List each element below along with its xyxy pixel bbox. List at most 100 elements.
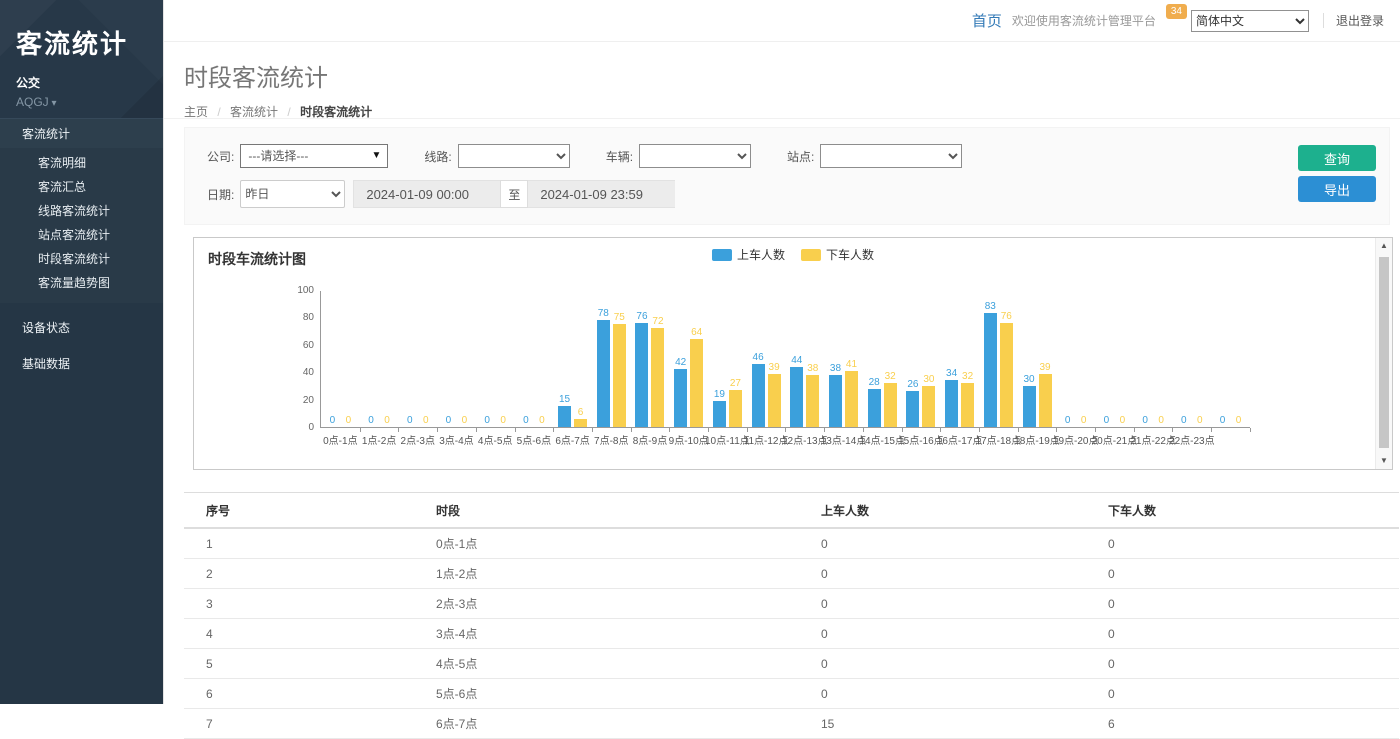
table-row: 54点-5点00 [184, 649, 1399, 679]
sidebar-section-1[interactable]: 基础数据 [0, 349, 163, 379]
table-row: 43点-4点00 [184, 619, 1399, 649]
bar-value-label: 0 [446, 415, 452, 426]
bar [574, 419, 587, 427]
chart-y-axis: 020406080100 [278, 291, 314, 428]
bar [829, 375, 842, 427]
x-axis-label: 22点-23点 [1169, 432, 1215, 447]
bar-column: 15 [558, 290, 571, 427]
bar [868, 389, 881, 427]
sidebar-item-passenger-stats[interactable]: 客流统计 [0, 118, 163, 148]
bar-column: 0 [342, 290, 355, 427]
bar-value-label: 44 [791, 355, 802, 366]
bar-column: 26 [906, 290, 919, 427]
chart-category-group: 42649点-10点 [669, 291, 708, 427]
table-cell: 6点-7点 [414, 709, 799, 739]
logout-link[interactable]: 退出登录 [1336, 12, 1384, 29]
table-cell: 0 [799, 589, 1086, 619]
bar-column: 0 [381, 290, 394, 427]
column-header-period: 时段 [414, 493, 799, 529]
bar-value-label: 27 [730, 378, 741, 389]
bar [961, 383, 974, 427]
bar [1000, 323, 1013, 427]
chart-category-group: 837617点-18点 [979, 291, 1018, 427]
bar-column: 0 [1077, 290, 1090, 427]
bar-value-label: 0 [1236, 415, 1242, 426]
chart-legend: 上车人数下车人数 [712, 246, 874, 263]
chart-category-group: 283214点-15点 [863, 291, 902, 427]
bar [690, 339, 703, 427]
language-select[interactable]: 简体中文 [1191, 10, 1309, 32]
bar-value-label: 0 [423, 415, 429, 426]
breadcrumb-section[interactable]: 客流统计 [230, 105, 278, 119]
table-cell: 5 [184, 649, 414, 679]
chart-category-group: 0019点-20点 [1056, 291, 1095, 427]
export-button[interactable]: 导出 [1298, 176, 1376, 202]
chart-category-group: 78757点-8点 [592, 291, 631, 427]
sidebar-subitem-4[interactable]: 时段客流统计 [0, 247, 163, 271]
bar-value-label: 28 [869, 377, 880, 388]
sidebar-subitem-0[interactable]: 客流明细 [0, 151, 163, 175]
bar-value-label: 46 [753, 352, 764, 363]
bar-column: 30 [1023, 290, 1036, 427]
scrollbar-down-arrow-icon[interactable]: ▼ [1376, 453, 1392, 469]
bar-value-label: 30 [923, 374, 934, 385]
bar [884, 383, 897, 427]
bar-value-label: 0 [346, 415, 352, 426]
bar [729, 390, 742, 427]
bar [922, 386, 935, 427]
bar-column: 6 [574, 290, 587, 427]
date-to-input[interactable] [528, 180, 675, 208]
bar-column: 28 [868, 290, 881, 427]
table-header-row: 序号 时段 上车人数 下车人数 [184, 493, 1399, 529]
bar-value-label: 41 [846, 359, 857, 370]
table-cell: 6 [184, 679, 414, 709]
scrollbar-thumb[interactable] [1379, 257, 1389, 448]
date-to-word: 至 [500, 180, 528, 208]
bar-value-label: 42 [675, 357, 686, 368]
bar [768, 374, 781, 427]
home-link[interactable]: 首页 [972, 10, 1002, 31]
breadcrumb-home[interactable]: 主页 [184, 105, 208, 119]
bar [558, 406, 571, 427]
y-tick-label: 80 [278, 312, 314, 323]
x-axis-label: 7点-8点 [594, 432, 628, 447]
table-cell: 0 [799, 649, 1086, 679]
breadcrumb-current: 时段客流统计 [300, 105, 372, 119]
vehicle-select[interactable] [639, 144, 751, 168]
brand-area: 客流统计 公交 AQGJ [0, 0, 163, 118]
bar [945, 380, 958, 427]
query-button[interactable]: 查询 [1298, 145, 1376, 171]
notification-badge[interactable]: 34 [1166, 4, 1187, 19]
date-from-input[interactable] [353, 180, 500, 208]
bar-column: 0 [442, 290, 455, 427]
bar-column: 27 [729, 290, 742, 427]
table-cell: 0点-1点 [414, 528, 799, 559]
station-select[interactable] [820, 144, 962, 168]
sidebar-subitem-2[interactable]: 线路客流统计 [0, 199, 163, 223]
line-select[interactable] [458, 144, 570, 168]
bar-value-label: 64 [691, 327, 702, 338]
bar-value-label: 0 [1181, 415, 1187, 426]
x-axis-label: 3点-4点 [439, 432, 473, 447]
legend-item[interactable]: 下车人数 [801, 246, 874, 263]
bar-value-label: 6 [578, 407, 584, 418]
chart-category-group: 1566点-7点 [553, 291, 592, 427]
org-code-dropdown[interactable]: AQGJ [16, 95, 147, 109]
bar [613, 324, 626, 427]
org-name: 公交 [16, 74, 147, 91]
scrollbar-up-arrow-icon[interactable]: ▲ [1376, 238, 1392, 254]
chart-scrollbar[interactable]: ▲ ▼ [1375, 238, 1392, 469]
sidebar-subitem-5[interactable]: 客流量趋势图 [0, 271, 163, 295]
company-select[interactable]: ---请选择--- [240, 144, 388, 168]
date-preset-select[interactable]: 昨日 [240, 180, 345, 208]
table-cell: 4点-5点 [414, 649, 799, 679]
bar-column: 41 [845, 290, 858, 427]
legend-item[interactable]: 上车人数 [712, 246, 785, 263]
bar-column: 0 [1232, 290, 1245, 427]
sidebar-subitem-1[interactable]: 客流汇总 [0, 175, 163, 199]
sidebar-subitem-3[interactable]: 站点客流统计 [0, 223, 163, 247]
bar-value-label: 32 [885, 371, 896, 382]
sidebar-section-0[interactable]: 设备状态 [0, 313, 163, 343]
chart-category-group: 0021点-22点 [1134, 291, 1173, 427]
bar-column: 39 [1039, 290, 1052, 427]
